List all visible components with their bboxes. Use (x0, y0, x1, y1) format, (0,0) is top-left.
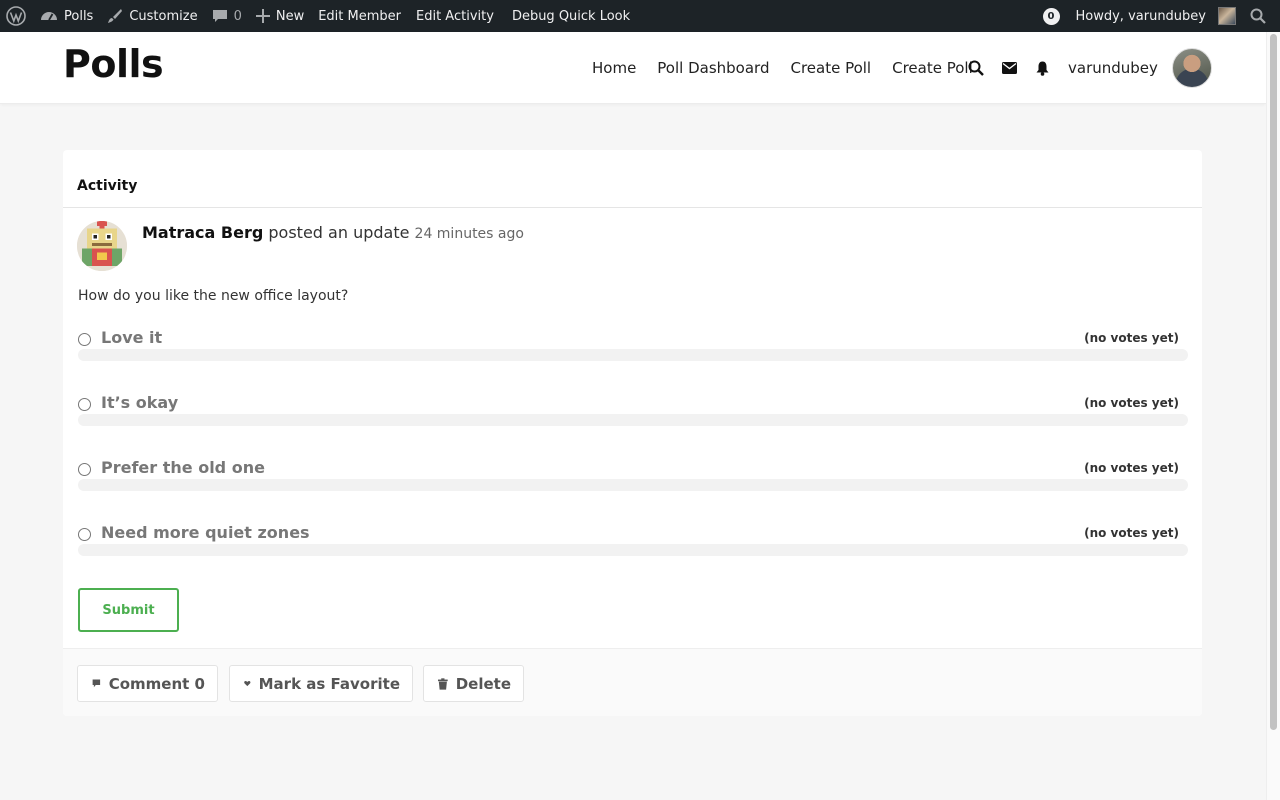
poll-option-label[interactable]: It’s okay (101, 393, 178, 412)
poll-option-label[interactable]: Prefer the old one (101, 458, 265, 477)
nav-create-poll-2[interactable]: Create Poll (892, 59, 973, 77)
customize-link[interactable]: Customize (100, 0, 204, 32)
admin-search-button[interactable] (1242, 0, 1276, 32)
user-avatar[interactable] (1171, 48, 1212, 88)
author-name-link[interactable]: Matraca Berg (142, 223, 263, 242)
poll-option-radio[interactable] (78, 463, 91, 476)
site-title[interactable]: Polls (63, 42, 164, 86)
howdy-label: Howdy, varundubey (1075, 8, 1207, 24)
admin-avatar (1218, 7, 1236, 25)
comment-icon (92, 679, 101, 688)
nav-home[interactable]: Home (592, 59, 636, 77)
notification-count-badge[interactable]: 0 (1042, 7, 1060, 25)
site-name-label: Polls (64, 8, 94, 24)
poll-option: Love it (no votes yet) (78, 328, 1188, 376)
bell-icon (1036, 61, 1048, 76)
poll-question: How do you like the new office layout? (78, 288, 349, 304)
pixel-avatar-icon (77, 221, 127, 271)
submit-vote-button[interactable]: Submit (78, 588, 179, 632)
delete-button-label: Delete (455, 674, 511, 693)
activity-actions: Comment 0 Mark as Favorite Delete (63, 648, 1202, 716)
search-icon (1250, 8, 1266, 24)
edit-activity-link[interactable]: Edit Activity (409, 0, 501, 32)
notifications-button[interactable] (1032, 58, 1052, 78)
envelope-icon (1001, 62, 1017, 74)
edit-member-link[interactable]: Edit Member (311, 0, 408, 32)
page-scrollbar[interactable] (1266, 32, 1280, 800)
wordpress-logo-icon (6, 6, 26, 26)
poll-option: It’s okay (no votes yet) (78, 393, 1188, 441)
edit-activity-label: Edit Activity (416, 8, 494, 24)
poll-option-progress-bar (78, 349, 1188, 361)
customize-label: Customize (129, 8, 198, 24)
activity-action-text: posted an update (268, 223, 410, 242)
site-name-menu[interactable]: Polls (33, 0, 100, 32)
site-header: Polls Home Poll Dashboard Create Poll Cr… (0, 32, 1266, 104)
poll-option-votes: (no votes yet) (1084, 461, 1179, 475)
poll-option-votes: (no votes yet) (1084, 396, 1179, 410)
poll-option-progress-bar (78, 479, 1188, 491)
comment-button[interactable]: Comment 0 (77, 665, 218, 702)
header-username[interactable]: varundubey (1068, 59, 1158, 77)
poll-option-label[interactable]: Need more quiet zones (101, 523, 310, 542)
heart-icon (244, 680, 251, 687)
author-avatar[interactable] (77, 221, 127, 271)
poll-option-votes: (no votes yet) (1084, 526, 1179, 540)
plus-icon (255, 9, 270, 23)
poll-option-radio[interactable] (78, 333, 91, 346)
poll-option-radio[interactable] (78, 398, 91, 411)
new-content-menu[interactable]: New (249, 0, 311, 32)
nav-create-poll[interactable]: Create Poll (790, 59, 871, 77)
new-label: New (275, 8, 305, 24)
poll-option: Need more quiet zones (no votes yet) (78, 523, 1188, 571)
trash-icon (438, 677, 448, 690)
poll-option-label[interactable]: Love it (101, 328, 162, 347)
comment-button-label: Comment 0 (108, 674, 205, 693)
activity-card: Activity Matraca Berg posted an update 2… (63, 150, 1202, 716)
card-divider (63, 207, 1202, 208)
header-tools: varundubey (966, 32, 1212, 104)
my-account-menu[interactable]: Howdy, varundubey (1068, 0, 1243, 32)
poll-option-votes: (no votes yet) (1084, 331, 1179, 345)
admin-bar-right: 0 Howdy, varundubey (1042, 0, 1280, 32)
comments-count: 0 (233, 8, 242, 24)
poll-option-progress-bar (78, 414, 1188, 426)
delete-button[interactable]: Delete (423, 665, 524, 702)
messages-button[interactable] (999, 58, 1019, 78)
activity-heading: Activity (77, 178, 138, 194)
comment-bubble-icon (212, 10, 227, 22)
poll-option: Prefer the old one (no votes yet) (78, 458, 1188, 506)
wordpress-menu[interactable] (0, 0, 33, 32)
mark-favorite-button[interactable]: Mark as Favorite (229, 665, 413, 702)
search-icon (968, 60, 984, 76)
debug-quick-look-link[interactable]: Debug Quick Look (505, 0, 637, 32)
main-navigation: Home Poll Dashboard Create Poll Create P… (592, 32, 973, 104)
debug-quick-look-label: Debug Quick Look (511, 8, 631, 24)
comments-link[interactable]: 0 (205, 0, 249, 32)
admin-bar: Polls Customize 0 New Edit Member Edit A… (0, 0, 1280, 32)
poll-option-radio[interactable] (78, 528, 91, 541)
scrollbar-thumb[interactable] (1270, 34, 1277, 730)
brush-icon (108, 9, 123, 23)
activity-timestamp[interactable]: 24 minutes ago (415, 226, 524, 242)
dashboard-icon (41, 12, 57, 21)
edit-member-label: Edit Member (318, 8, 401, 24)
favorite-button-label: Mark as Favorite (258, 674, 400, 693)
poll-option-progress-bar (78, 544, 1188, 556)
nav-poll-dashboard[interactable]: Poll Dashboard (657, 59, 769, 77)
activity-update-line: Matraca Berg posted an update 24 minutes… (142, 223, 524, 242)
search-button[interactable] (966, 58, 986, 78)
